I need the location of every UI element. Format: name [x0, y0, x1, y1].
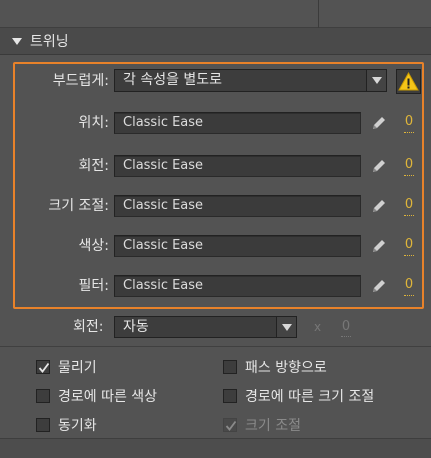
- pencil-icon[interactable]: [370, 197, 388, 215]
- checkbox-label: 경로에 따른 색상: [58, 389, 158, 405]
- checkbox-label: 크기 조절: [245, 418, 301, 434]
- checkbox-box[interactable]: [36, 389, 50, 403]
- checkbox-box[interactable]: [223, 389, 237, 403]
- ease-value-scale[interactable]: 0: [404, 196, 414, 216]
- rotation-times-symbol: x: [314, 320, 322, 334]
- pencil-icon[interactable]: [370, 157, 388, 175]
- divider: [0, 346, 431, 347]
- property-row-color: 색상: Classic Ease 0: [0, 234, 431, 258]
- ease-value-filter[interactable]: 0: [404, 276, 414, 296]
- property-label: 위치:: [78, 115, 109, 131]
- ease-value-position[interactable]: 0: [404, 113, 414, 133]
- panel-top-strip: [0, 0, 431, 28]
- easing-mode-dropdown-button[interactable]: [366, 70, 386, 91]
- section-title: 트위닝: [30, 34, 69, 50]
- checkbox-label: 동기화: [58, 418, 97, 434]
- checkbox-label: 경로에 따른 크기 조절: [245, 389, 375, 405]
- checkmark-icon: [225, 420, 237, 431]
- easing-highlight-box: [13, 62, 424, 309]
- checkbox-sync[interactable]: 동기화: [36, 415, 97, 435]
- panel-divider: [318, 0, 319, 28]
- pencil-icon[interactable]: [370, 114, 388, 132]
- collapse-triangle-icon[interactable]: [12, 37, 22, 45]
- property-label: 색상:: [78, 238, 109, 254]
- pencil-icon[interactable]: [370, 237, 388, 255]
- rotation-row: 회전: 자동 x 0: [0, 316, 431, 338]
- ease-field-rotation[interactable]: Classic Ease: [114, 155, 361, 177]
- ease-field-color[interactable]: Classic Ease: [114, 235, 361, 257]
- rotation-count[interactable]: 0: [341, 318, 351, 337]
- property-row-scale: 크기 조절: Classic Ease 0: [0, 194, 431, 218]
- checkbox-box[interactable]: [36, 418, 50, 432]
- rotation-dropdown-button[interactable]: [276, 317, 296, 337]
- checkbox-orient-to-path[interactable]: 패스 방향으로: [223, 357, 327, 377]
- checkbox-label: 패스 방향으로: [245, 360, 327, 376]
- ease-value-rotation[interactable]: 0: [404, 156, 414, 176]
- easing-mode-dropdown[interactable]: 각 속성을 별도로: [114, 69, 387, 92]
- property-label: 크기 조절:: [48, 198, 109, 214]
- property-label: 회전:: [78, 158, 109, 174]
- property-row-rotation: 회전: Classic Ease 0: [0, 154, 431, 178]
- checkbox-color-along-path[interactable]: 경로에 따른 색상: [36, 386, 157, 406]
- easing-mode-label: 부드럽게:: [52, 73, 109, 89]
- checkbox-box: [223, 418, 237, 432]
- section-header-tweening[interactable]: 트위닝: [0, 28, 431, 55]
- warning-icon: [398, 71, 419, 91]
- ease-field-scale[interactable]: Classic Ease: [114, 195, 361, 217]
- property-row-filter: 필터: Classic Ease 0: [0, 274, 431, 298]
- checkbox-snap[interactable]: 물리기: [36, 357, 97, 377]
- pencil-icon[interactable]: [370, 277, 388, 295]
- panel-bottom-strip: [0, 438, 431, 458]
- ease-field-position[interactable]: Classic Ease: [114, 112, 361, 134]
- checkbox-box[interactable]: [223, 360, 237, 374]
- checkbox-label: 물리기: [58, 360, 97, 376]
- checkbox-box[interactable]: [36, 360, 50, 374]
- ease-value-color[interactable]: 0: [404, 236, 414, 256]
- checkbox-scale: 크기 조절: [223, 415, 301, 435]
- chevron-down-icon: [282, 324, 292, 331]
- property-label: 필터:: [78, 278, 109, 294]
- warning-button[interactable]: [396, 69, 421, 94]
- ease-field-filter[interactable]: Classic Ease: [114, 275, 361, 297]
- checkbox-scale-along-path[interactable]: 경로에 따른 크기 조절: [223, 386, 374, 406]
- checkmark-icon: [38, 362, 50, 373]
- chevron-down-icon: [372, 77, 382, 84]
- easing-mode-value: 각 속성을 별도로: [123, 72, 223, 88]
- rotation-value: 자동: [123, 319, 149, 335]
- rotation-dropdown[interactable]: 자동: [114, 316, 297, 338]
- rotation-label: 회전:: [73, 319, 104, 335]
- property-row-position: 위치: Classic Ease 0: [0, 111, 431, 135]
